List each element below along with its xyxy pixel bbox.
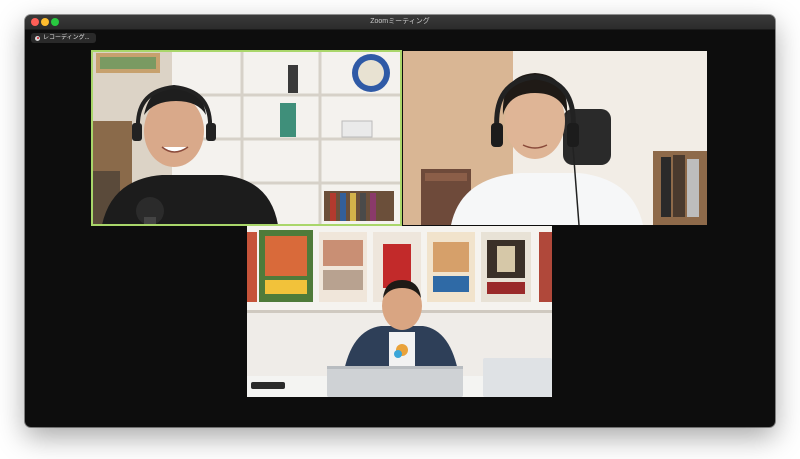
record-icon	[35, 35, 40, 41]
video-tile-participant-3[interactable]	[247, 226, 552, 397]
window-title: Zoomミーティング	[370, 18, 430, 25]
recording-indicator[interactable]: レコーディング...	[31, 33, 96, 43]
video-tile-participant-1[interactable]	[91, 50, 402, 226]
participant-3-video	[247, 226, 552, 397]
title-bar: Zoomミーティング	[25, 15, 775, 30]
video-tile-participant-2[interactable]	[403, 51, 707, 225]
zoom-meeting-window: Zoomミーティング レコーディング...	[25, 15, 775, 427]
recording-label: レコーディング...	[43, 35, 90, 41]
participant-2-video	[403, 51, 707, 225]
participant-1-video	[92, 51, 401, 225]
